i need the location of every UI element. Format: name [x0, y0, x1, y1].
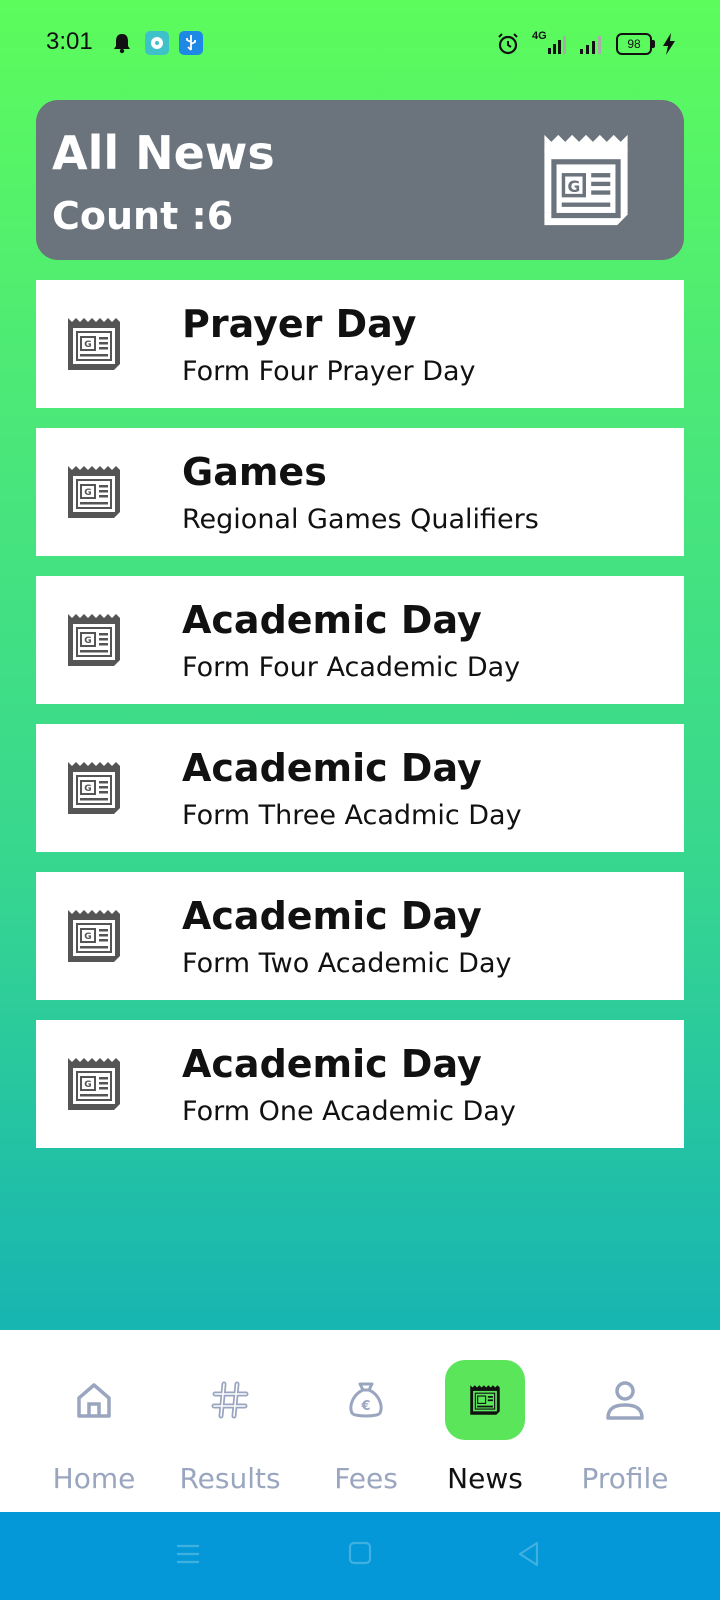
- news-title: Academic Day: [182, 746, 482, 790]
- charging-icon: [663, 33, 675, 55]
- usb-icon: [179, 31, 203, 55]
- person-icon: [606, 1381, 644, 1420]
- signal-icon: [580, 36, 601, 54]
- status-indicators: 4G 98: [496, 30, 676, 58]
- menu-icon[interactable]: [174, 1540, 202, 1568]
- newspaper-icon: [470, 1385, 500, 1415]
- newspaper-icon: G: [68, 910, 120, 962]
- count-value: 6: [206, 194, 234, 238]
- svg-text:G: G: [84, 488, 91, 498]
- news-title: Games: [182, 450, 327, 494]
- home-icon: [77, 1383, 111, 1418]
- newspaper-icon: G: [68, 614, 120, 666]
- news-item[interactable]: G Academic Day Form Two Academic Day: [36, 872, 684, 1000]
- nav-label: Results: [179, 1462, 281, 1495]
- news-header-card: All News Count :6 G: [36, 100, 684, 260]
- notification-bell-icon: [114, 34, 130, 54]
- nav-profile[interactable]: Profile: [555, 1330, 695, 1512]
- nav-results[interactable]: Results: [160, 1330, 300, 1512]
- news-subtitle: Form Four Prayer Day: [182, 356, 476, 387]
- newspaper-icon: G: [68, 318, 120, 370]
- svg-text:G: G: [84, 932, 91, 942]
- money-bag-icon: €: [349, 1382, 383, 1418]
- home-button-icon[interactable]: [347, 1540, 373, 1568]
- svg-text:G: G: [567, 178, 580, 196]
- nav-label: News: [447, 1462, 523, 1495]
- nav-label: Home: [52, 1462, 136, 1495]
- news-subtitle: Regional Games Qualifiers: [182, 504, 539, 535]
- signal-4g-icon: 4G: [530, 30, 568, 56]
- news-title: Academic Day: [182, 894, 482, 938]
- page-title: All News: [52, 126, 275, 180]
- chat-app-icon: [145, 31, 169, 55]
- nav-label: Profile: [581, 1462, 669, 1495]
- svg-text:G: G: [84, 784, 91, 794]
- back-icon[interactable]: [515, 1540, 543, 1568]
- news-subtitle: Form One Academic Day: [182, 1096, 516, 1127]
- hashtag-icon: [211, 1381, 249, 1419]
- svg-text:G: G: [84, 1080, 91, 1090]
- newspaper-icon: G: [68, 762, 120, 814]
- newspaper-icon: G: [544, 134, 628, 226]
- newspaper-icon: G: [68, 466, 120, 518]
- alarm-icon: [498, 33, 518, 55]
- news-subtitle: Form Three Acadmic Day: [182, 800, 522, 831]
- news-subtitle: Form Four Academic Day: [182, 652, 521, 683]
- news-item[interactable]: G Games Regional Games Qualifiers: [36, 428, 684, 556]
- nav-news[interactable]: News: [415, 1330, 555, 1512]
- svg-text:G: G: [84, 340, 91, 350]
- bottom-navigation: Home Results € Fees News Profile: [0, 1330, 720, 1512]
- newspaper-icon: G: [68, 1058, 120, 1110]
- battery-indicator: 98: [616, 33, 655, 55]
- news-item[interactable]: G Academic Day Form Three Acadmic Day: [36, 724, 684, 852]
- news-list: G Prayer Day Form Four Prayer Day G Game…: [36, 280, 684, 1168]
- news-item[interactable]: G Academic Day Form One Academic Day: [36, 1020, 684, 1148]
- news-title: Academic Day: [182, 1042, 482, 1086]
- svg-text:€: €: [360, 1399, 370, 1414]
- news-title: Academic Day: [182, 598, 482, 642]
- status-time: 3:01: [46, 28, 93, 55]
- count-label: Count :: [52, 194, 207, 238]
- news-item[interactable]: G Academic Day Form Four Academic Day: [36, 576, 684, 704]
- news-title: Prayer Day: [182, 302, 417, 346]
- news-count: Count :6: [52, 194, 233, 238]
- nav-home[interactable]: Home: [24, 1330, 164, 1512]
- status-bar: 3:01 4G 98: [0, 0, 720, 90]
- system-navigation-bar: [0, 1512, 720, 1600]
- news-item[interactable]: G Prayer Day Form Four Prayer Day: [36, 280, 684, 408]
- svg-text:G: G: [84, 636, 91, 646]
- news-subtitle: Form Two Academic Day: [182, 948, 512, 979]
